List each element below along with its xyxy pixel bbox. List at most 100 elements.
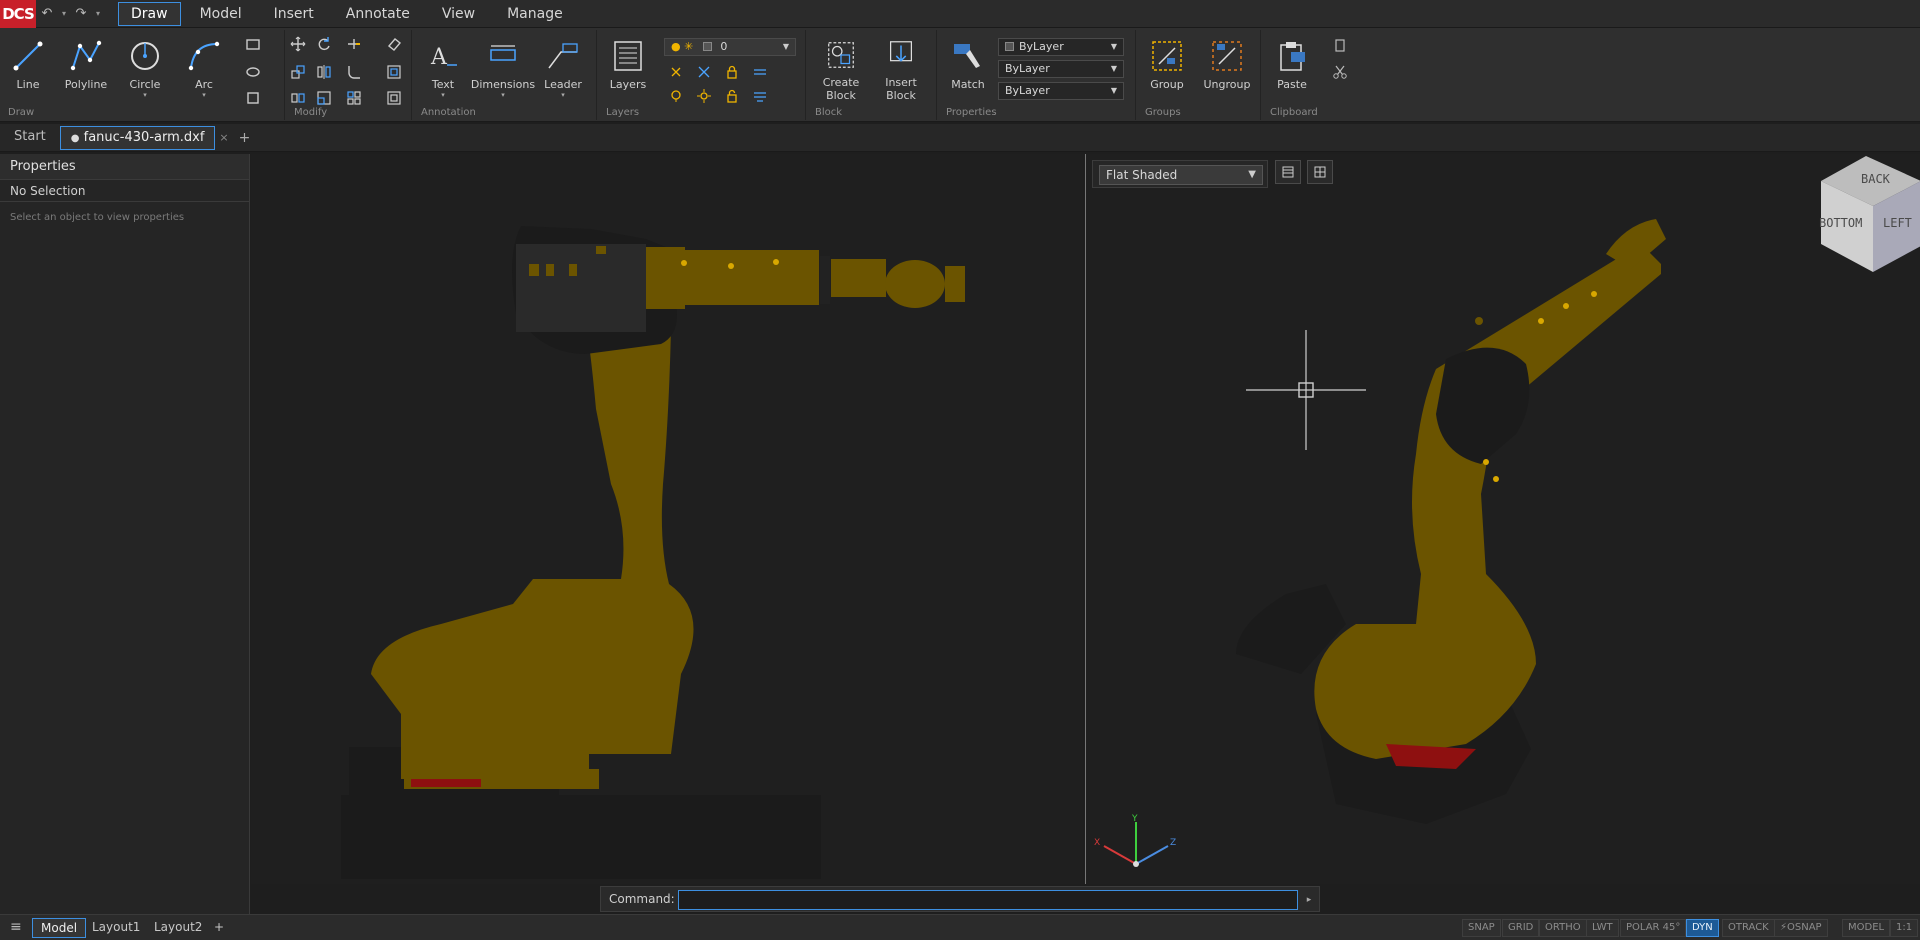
app-logo: DCS [0,0,36,28]
circle-dropdown-icon[interactable]: ▾ [143,91,147,99]
polygon-tool[interactable] [243,88,263,108]
array-tool[interactable] [344,88,364,108]
text-dropdown-icon[interactable]: ▾ [441,91,445,99]
current-layer-dropdown[interactable]: ● ✳ 0 ▼ [664,38,796,56]
create-block-button[interactable]: Create Block [813,34,869,102]
move-tool[interactable] [288,34,308,54]
dimensions-dropdown-icon[interactable]: ▾ [501,91,505,99]
group-button[interactable]: Group [1139,34,1195,102]
fillet-tool[interactable] [344,62,364,82]
menu-tab-annotate[interactable]: Annotate [333,2,423,26]
single-viewport-button[interactable] [1275,160,1301,184]
toggle-ortho[interactable]: ORTHO [1539,919,1587,937]
properties-panel: Properties No Selection Select an object… [0,154,250,914]
layer-previous-tool[interactable] [750,86,770,106]
layer-lock-tool[interactable] [722,62,742,82]
viewport-right[interactable]: X Y Z Flat Shaded ▼ BACK BOTTOM LEFT [1085,154,1920,884]
ellipse-tool[interactable] [243,62,263,82]
split-viewport-button[interactable] [1307,160,1333,184]
circle-button[interactable]: Circle ▾ [117,34,173,102]
clipboard-panel-title: Clipboard [1270,107,1318,118]
insert-block-button[interactable]: Insert Block [873,34,929,102]
menu-tab-manage[interactable]: Manage [494,2,576,26]
mirror-tool[interactable] [314,62,334,82]
layer-off-tool[interactable] [666,62,686,82]
lineweight-dropdown[interactable]: ByLayer ▼ [998,82,1124,100]
undo-icon[interactable]: ↶ [36,4,58,24]
robot-side-view [341,226,965,879]
rectangle-icon [246,39,260,50]
trim-tool[interactable] [344,34,364,54]
view-cube[interactable]: BACK BOTTOM LEFT [1811,154,1920,274]
linetype-dropdown[interactable]: ByLayer ▼ [998,60,1124,78]
toggle-snap[interactable]: SNAP [1462,919,1501,937]
layer-unlock-tool[interactable] [722,86,742,106]
redo-dropdown-icon[interactable]: ▾ [92,4,104,24]
menu-tab-insert[interactable]: Insert [261,2,327,26]
explode-tool[interactable] [384,88,404,108]
stretch-tool[interactable] [288,88,308,108]
visual-style-dropdown[interactable]: Flat Shaded ▼ [1099,165,1263,185]
layer-match-tool[interactable] [750,62,770,82]
leader-dropdown-icon[interactable]: ▾ [561,91,565,99]
tab-start[interactable]: Start [4,126,56,150]
tab-file[interactable]: ● fanuc-430-arm.dxf [59,125,216,150]
ungroup-button[interactable]: Ungroup [1199,34,1255,102]
viewport-left[interactable] [251,154,1083,884]
view-cube-front[interactable]: BOTTOM [1819,216,1862,230]
paste-button[interactable]: Paste [1264,34,1320,102]
copy-clip-tool[interactable] [1330,36,1350,56]
arc-dropdown-icon[interactable]: ▾ [202,91,206,99]
line-button[interactable]: Line [0,34,56,102]
annotation-scale[interactable]: 1:1 [1890,919,1919,937]
scissors-icon [1333,65,1347,79]
add-tab-icon[interactable]: + [239,130,251,146]
toggle-model[interactable]: MODEL [1842,919,1891,937]
offset-tool[interactable] [384,62,404,82]
visual-style-bar: Flat Shaded ▼ [1092,160,1268,188]
leader-button[interactable]: Leader ▾ [535,34,591,102]
rotate-tool[interactable] [314,34,334,54]
menu-tab-model[interactable]: Model [187,2,255,26]
menu-tab-draw[interactable]: Draw [118,1,181,26]
add-layout-icon[interactable]: + [206,918,232,938]
dimensions-button[interactable]: Dimensions ▾ [471,34,535,102]
undo-dropdown-icon[interactable]: ▾ [58,4,70,24]
toggle-lwt[interactable]: LWT [1586,919,1619,937]
command-run-icon[interactable]: ▸ [1301,891,1317,909]
scale-tool[interactable] [314,88,334,108]
ungroup-icon [1212,41,1242,71]
toggle-grid[interactable]: GRID [1502,919,1540,937]
arc-icon [188,41,220,71]
toggle-otrack[interactable]: OTRACK [1722,919,1775,937]
stretch-icon [291,93,305,103]
layer-on-tool[interactable] [666,86,686,106]
layout-tab-model[interactable]: Model [32,918,87,938]
command-input[interactable] [678,890,1298,910]
toggle-osnap[interactable]: ⚡OSNAP [1774,919,1828,937]
rectangle-tool[interactable] [243,34,263,54]
view-cube-side[interactable]: LEFT [1883,216,1912,230]
erase-tool[interactable] [384,34,404,54]
menu-tab-view[interactable]: View [429,2,488,26]
arc-button[interactable]: Arc ▾ [176,34,232,102]
view-cube-top[interactable]: BACK [1861,172,1890,186]
layer-isolate-tool[interactable] [694,62,714,82]
toggle-dyn[interactable]: DYN [1686,919,1719,937]
color-dropdown[interactable]: ByLayer ▼ [998,38,1124,56]
layout-tab-layout1[interactable]: Layout1 [84,918,148,938]
polyline-button[interactable]: Polyline [58,34,114,102]
polyline-icon [70,40,102,71]
close-icon[interactable]: × [219,131,228,144]
redo-icon[interactable]: ↷ [70,4,92,24]
layer-thaw-tool[interactable] [694,86,714,106]
hamburger-menu-icon[interactable]: ≡ [10,919,22,935]
toggle-polar[interactable]: POLAR 45° [1620,919,1687,937]
text-button[interactable]: A Text ▾ [415,34,471,102]
layers-button[interactable]: Layers [600,34,656,102]
cut-tool[interactable] [1330,62,1350,82]
layout-tab-layout2[interactable]: Layout2 [146,918,210,938]
copy-tool[interactable] [288,62,308,82]
group-icon [1152,41,1182,71]
match-properties-button[interactable]: Match [940,34,996,102]
